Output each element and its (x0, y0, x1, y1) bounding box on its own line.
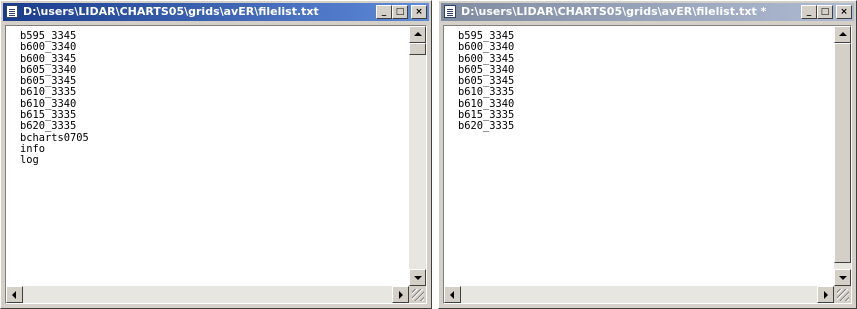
maximize-icon: □ (395, 7, 405, 17)
vertical-scrollbar[interactable] (409, 26, 426, 286)
size-grip[interactable] (834, 286, 851, 303)
text-line: b610_3340 (20, 97, 77, 110)
scroll-up-button[interactable] (834, 26, 851, 43)
text-line: b595_3345 (20, 30, 77, 42)
scroll-right-button[interactable] (817, 286, 834, 303)
title-bar[interactable]: D:\users\LIDAR\CHARTS05\grids\avER\filel… (441, 3, 854, 21)
text-line: b605_3340 (458, 63, 515, 76)
text-area[interactable]: b595_3345 b600_3340 b600_3345 b605_3340 … (444, 26, 834, 286)
text-line: b605_3345 (458, 75, 515, 88)
scroll-up-icon (839, 32, 847, 36)
scroll-left-icon (450, 291, 454, 299)
close-button[interactable]: × (836, 5, 852, 19)
scroll-left-button[interactable] (6, 286, 23, 303)
text-line: b600_3340 (458, 41, 515, 54)
vertical-scroll-thumb[interactable] (409, 43, 426, 55)
text-line: b610_3335 (20, 86, 77, 99)
scroll-down-icon (839, 276, 847, 280)
editor-client: b595_3345 b600_3340 b600_3345 b605_3340 … (443, 25, 852, 304)
text-line: b605_3345 (20, 75, 77, 88)
scroll-down-icon (414, 276, 422, 280)
maximize-icon: □ (820, 7, 830, 17)
scroll-down-button[interactable] (834, 269, 851, 286)
text-line: bcharts0705 (20, 131, 89, 144)
size-grip[interactable] (409, 286, 426, 303)
scroll-right-icon (399, 291, 403, 299)
text-line: b600_3340 (20, 41, 77, 54)
maximize-button[interactable]: □ (817, 5, 833, 19)
text-line: b605_3340 (20, 63, 77, 76)
text-line: b610_3335 (458, 86, 515, 99)
notepad-icon[interactable] (6, 5, 18, 18)
horizontal-scrollbar[interactable] (444, 286, 834, 303)
scroll-left-icon (12, 291, 16, 299)
maximize-button[interactable]: □ (392, 5, 408, 19)
minimize-icon: _ (381, 7, 387, 17)
minimize-icon: _ (806, 7, 812, 17)
editor-window-right[interactable]: D:\users\LIDAR\CHARTS05\grids\avER\filel… (438, 0, 857, 309)
text-line: b595_3345 (458, 30, 515, 42)
scroll-up-button[interactable] (409, 26, 426, 43)
close-icon: × (415, 7, 423, 17)
title-bar[interactable]: D:\users\LIDAR\CHARTS05\grids\avER\filel… (3, 3, 429, 21)
vertical-scroll-thumb[interactable] (834, 43, 851, 263)
resize-grip-icon (412, 289, 424, 301)
editor-client: b595_3345 b600_3340 b600_3345 b605_3340 … (5, 25, 427, 304)
minimize-button[interactable]: _ (376, 5, 392, 19)
text-line: b600_3345 (20, 52, 77, 65)
vertical-scrollbar[interactable] (834, 26, 851, 286)
editor-window-left[interactable]: D:\users\LIDAR\CHARTS05\grids\avER\filel… (0, 0, 432, 309)
notepad-icon[interactable] (444, 5, 456, 18)
text-line: b620_3335 (458, 120, 515, 133)
window-title: D:\users\LIDAR\CHARTS05\grids\avER\filel… (461, 5, 767, 18)
scroll-down-button[interactable] (409, 269, 426, 286)
window-title: D:\users\LIDAR\CHARTS05\grids\avER\filel… (23, 5, 319, 18)
text-line: info (20, 142, 46, 155)
text-area[interactable]: b595_3345 b600_3340 b600_3345 b605_3340 … (6, 26, 409, 286)
scroll-right-icon (824, 291, 828, 299)
scroll-right-button[interactable] (392, 286, 409, 303)
text-line: b610_3340 (458, 97, 515, 110)
close-icon: × (840, 7, 848, 17)
text-line: b615_3335 (20, 109, 77, 122)
resize-grip-icon (837, 289, 849, 301)
text-line: b620_3335 (20, 120, 77, 133)
minimize-button[interactable]: _ (801, 5, 817, 19)
text-line: log (20, 154, 39, 167)
close-button[interactable]: × (411, 5, 427, 19)
scroll-left-button[interactable] (444, 286, 461, 303)
text-line: b600_3345 (458, 52, 515, 65)
horizontal-scrollbar[interactable] (6, 286, 409, 303)
scroll-up-icon (414, 32, 422, 36)
text-line: b615_3335 (458, 109, 515, 122)
